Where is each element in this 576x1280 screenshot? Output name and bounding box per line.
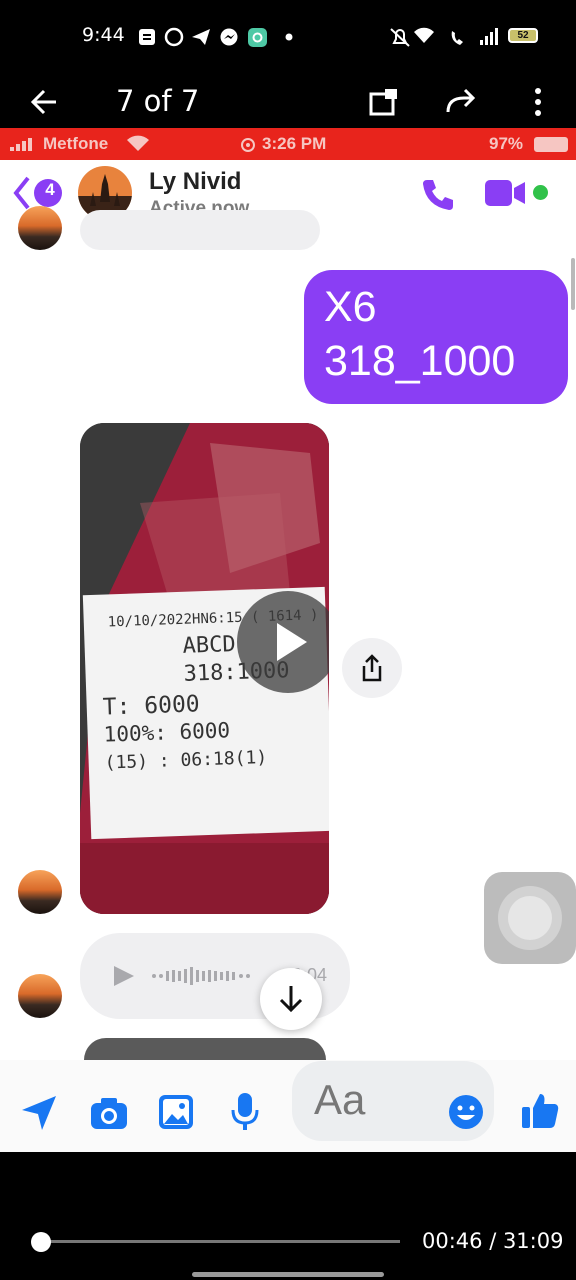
like-icon[interactable]	[520, 1090, 560, 1135]
receipt-line-4: T: 6000	[102, 691, 201, 721]
gallery-icon[interactable]	[158, 1094, 194, 1135]
android-clock: 9:44	[82, 24, 125, 46]
notification-icons	[136, 26, 306, 53]
more-dot-icon	[285, 33, 293, 41]
received-message-bubble[interactable]	[80, 210, 320, 250]
progress-track[interactable]	[32, 1240, 400, 1243]
app-icon	[248, 28, 267, 47]
share-icon	[362, 654, 382, 682]
play-button[interactable]	[237, 591, 329, 693]
telegram-icon	[192, 29, 210, 45]
audio-play-icon	[114, 966, 134, 986]
notification-icons-svg	[139, 27, 293, 47]
scrollbar[interactable]	[571, 258, 575, 310]
active-status-dot	[533, 185, 548, 200]
wifi-icon	[414, 27, 434, 43]
more-options-icon[interactable]	[532, 86, 544, 123]
progress-scrubber[interactable]	[31, 1232, 52, 1252]
back-arrow-icon[interactable]	[28, 86, 60, 123]
contact-avatar-small	[18, 974, 62, 1018]
playback-time: 00:46 / 31:09	[422, 1229, 564, 1253]
system-icons	[388, 25, 504, 54]
message-input-placeholder: Aa	[314, 1076, 366, 1123]
location-icon[interactable]	[20, 1094, 58, 1137]
home-indicator[interactable]	[192, 1272, 384, 1277]
sent-message-bubble[interactable]: X6 318_1000	[304, 270, 568, 404]
ios-lock-rotation-icon	[240, 137, 256, 158]
screen-recording-viewer: 9:44 52 7 of 7 Metfone 3:26 PM 97% 4 Ly …	[0, 0, 576, 1280]
ios-battery-icon	[534, 137, 568, 152]
video-call-icon[interactable]	[484, 178, 528, 213]
ios-time: 3:26 PM	[262, 134, 327, 153]
contact-name[interactable]: Ly Nivid	[149, 168, 241, 196]
battery-icon: 52	[508, 28, 538, 43]
voice-call-icon[interactable]	[420, 176, 456, 217]
ios-wifi-icon	[126, 134, 150, 157]
wifi-calling-icon	[451, 31, 463, 45]
emoji-icon[interactable]	[448, 1094, 484, 1135]
microphone-icon[interactable]	[230, 1092, 260, 1137]
whatsapp-icon	[164, 27, 184, 47]
contact-avatar-small	[18, 870, 62, 914]
ios-carrier: Metfone	[43, 134, 109, 153]
sent-message-text: X6 318_1000	[324, 283, 516, 385]
receipt-line-6: (15) : 06:18(1)	[104, 746, 268, 774]
arrow-down-icon	[279, 986, 303, 1013]
recorded-screen: Metfone 3:26 PM 97% 4 Ly Nivid Active no…	[0, 128, 576, 1152]
ios-battery-percent: 97%	[489, 134, 524, 153]
signal-icon	[480, 40, 483, 45]
unread-count-badge: 4	[45, 180, 55, 199]
receipt-line-5: 100%: 6000	[103, 718, 231, 747]
next-message-preview	[84, 1038, 326, 1062]
message-icon	[139, 29, 155, 45]
viewer-title: 7 of 7	[116, 84, 200, 118]
camera-icon[interactable]	[90, 1096, 128, 1135]
contact-avatar-small	[18, 206, 62, 250]
open-external-icon[interactable]	[368, 86, 400, 123]
share-forward-icon[interactable]	[444, 86, 478, 123]
share-message-button[interactable]	[342, 638, 402, 698]
scroll-to-bottom-button[interactable]	[260, 968, 322, 1030]
play-icon	[277, 623, 307, 661]
chevron-left-icon	[13, 176, 30, 210]
ios-signal-icon	[10, 138, 40, 157]
assistive-touch-button[interactable]	[484, 872, 576, 964]
video-message[interactable]: 10/10/2022HN6:15 ( 1614 ) ABCD 318:1000 …	[80, 423, 329, 914]
receipt-line-2: ABCD	[182, 632, 237, 659]
